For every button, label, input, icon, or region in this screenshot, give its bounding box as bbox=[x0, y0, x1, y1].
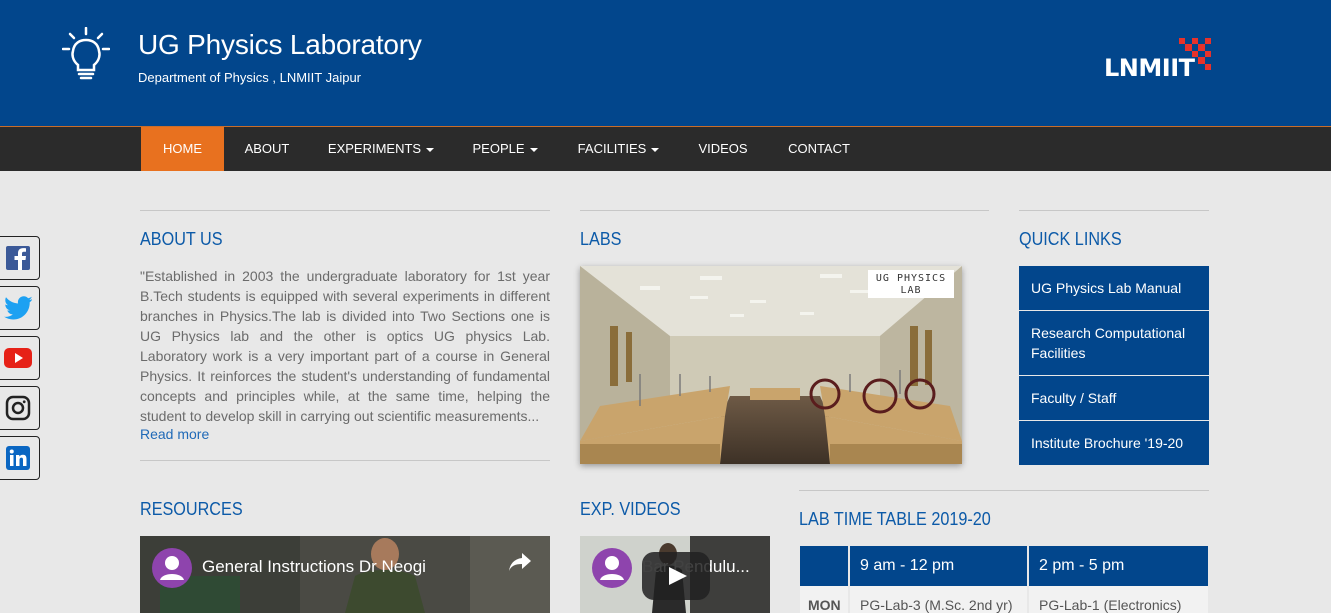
caret-down-icon bbox=[426, 147, 435, 152]
timetable-cell: PG-Lab-1 (Electronics) bbox=[1029, 586, 1208, 613]
caret-down-icon bbox=[651, 147, 660, 152]
about-text: "Established in 2003 the undergraduate l… bbox=[140, 268, 550, 424]
social-instagram[interactable] bbox=[0, 386, 40, 430]
instagram-icon bbox=[5, 395, 31, 421]
labs-top-rule bbox=[580, 210, 989, 211]
quicklinks-title: QUICK LINKS bbox=[1019, 229, 1122, 249]
nav-people[interactable]: PEOPLE bbox=[462, 127, 548, 171]
timetable-day: MON bbox=[800, 586, 848, 613]
site-header: UG Physics Laboratory Department of Phys… bbox=[0, 0, 1331, 126]
quicklink-lab-manual[interactable]: UG Physics Lab Manual bbox=[1019, 266, 1209, 310]
share-icon[interactable] bbox=[508, 552, 532, 572]
labs-photo[interactable]: UG PHYSICS LAB bbox=[580, 266, 962, 464]
quicklink-research-facilities[interactable]: Research Computational Facilities bbox=[1019, 311, 1209, 375]
timetable-header-blank bbox=[800, 546, 848, 586]
timetable-top-rule bbox=[799, 490, 1209, 491]
resources-video[interactable]: General Instructions Dr Neogi bbox=[140, 536, 550, 613]
read-more-link[interactable]: Read more bbox=[140, 426, 209, 442]
caret-down-icon bbox=[529, 147, 538, 152]
facebook-icon bbox=[6, 246, 30, 270]
brand-logo-grid-icon bbox=[1179, 38, 1211, 70]
about-bottom-rule bbox=[140, 460, 550, 461]
timetable-title: LAB TIME TABLE 2019-20 bbox=[799, 509, 991, 529]
social-linkedin[interactable] bbox=[0, 436, 40, 480]
lightbulb-icon[interactable] bbox=[62, 27, 110, 83]
social-twitter[interactable] bbox=[0, 286, 40, 330]
resources-video-title[interactable]: General Instructions Dr Neogi bbox=[202, 557, 426, 577]
timetable-header-morning: 9 am - 12 pm bbox=[850, 546, 1027, 586]
nav-home[interactable]: HOME bbox=[141, 127, 224, 171]
quicklink-brochure[interactable]: Institute Brochure '19-20 bbox=[1019, 421, 1209, 465]
quicklinks-top-rule bbox=[1019, 210, 1209, 211]
twitter-icon bbox=[4, 296, 32, 320]
timetable-header-afternoon: 2 pm - 5 pm bbox=[1029, 546, 1208, 586]
site-title[interactable]: UG Physics Laboratory bbox=[138, 29, 422, 61]
nav-experiments[interactable]: EXPERIMENTS bbox=[318, 127, 444, 171]
linkedin-icon bbox=[6, 446, 30, 470]
youtube-icon bbox=[4, 348, 32, 368]
social-facebook[interactable] bbox=[0, 236, 40, 280]
labs-badge: UG PHYSICS LAB bbox=[868, 270, 954, 298]
about-title: ABOUT US bbox=[140, 229, 223, 249]
about-top-rule bbox=[140, 210, 550, 211]
nav-videos[interactable]: VIDEOS bbox=[688, 127, 758, 171]
play-icon[interactable] bbox=[642, 552, 710, 600]
labs-title: LABS bbox=[580, 229, 622, 249]
channel-avatar-icon[interactable] bbox=[592, 548, 632, 588]
nav-contact[interactable]: CONTACT bbox=[776, 127, 862, 171]
quicklink-faculty-staff[interactable]: Faculty / Staff bbox=[1019, 376, 1209, 420]
site-subtitle: Department of Physics , LNMIIT Jaipur bbox=[138, 70, 362, 85]
exp-video[interactable]: Bar Pendulu... bbox=[580, 536, 770, 613]
channel-avatar-icon[interactable] bbox=[152, 548, 192, 588]
social-youtube[interactable] bbox=[0, 336, 40, 380]
resources-title: RESOURCES bbox=[140, 499, 243, 519]
timetable-cell: PG-Lab-3 (M.Sc. 2nd yr) bbox=[850, 586, 1027, 613]
exp-videos-title: EXP. VIDEOS bbox=[580, 499, 681, 519]
nav-facilities[interactable]: FACILITIES bbox=[566, 127, 671, 171]
main-nav: HOME ABOUT EXPERIMENTS PEOPLE FACILITIES… bbox=[0, 126, 1331, 171]
nav-about[interactable]: ABOUT bbox=[232, 127, 302, 171]
